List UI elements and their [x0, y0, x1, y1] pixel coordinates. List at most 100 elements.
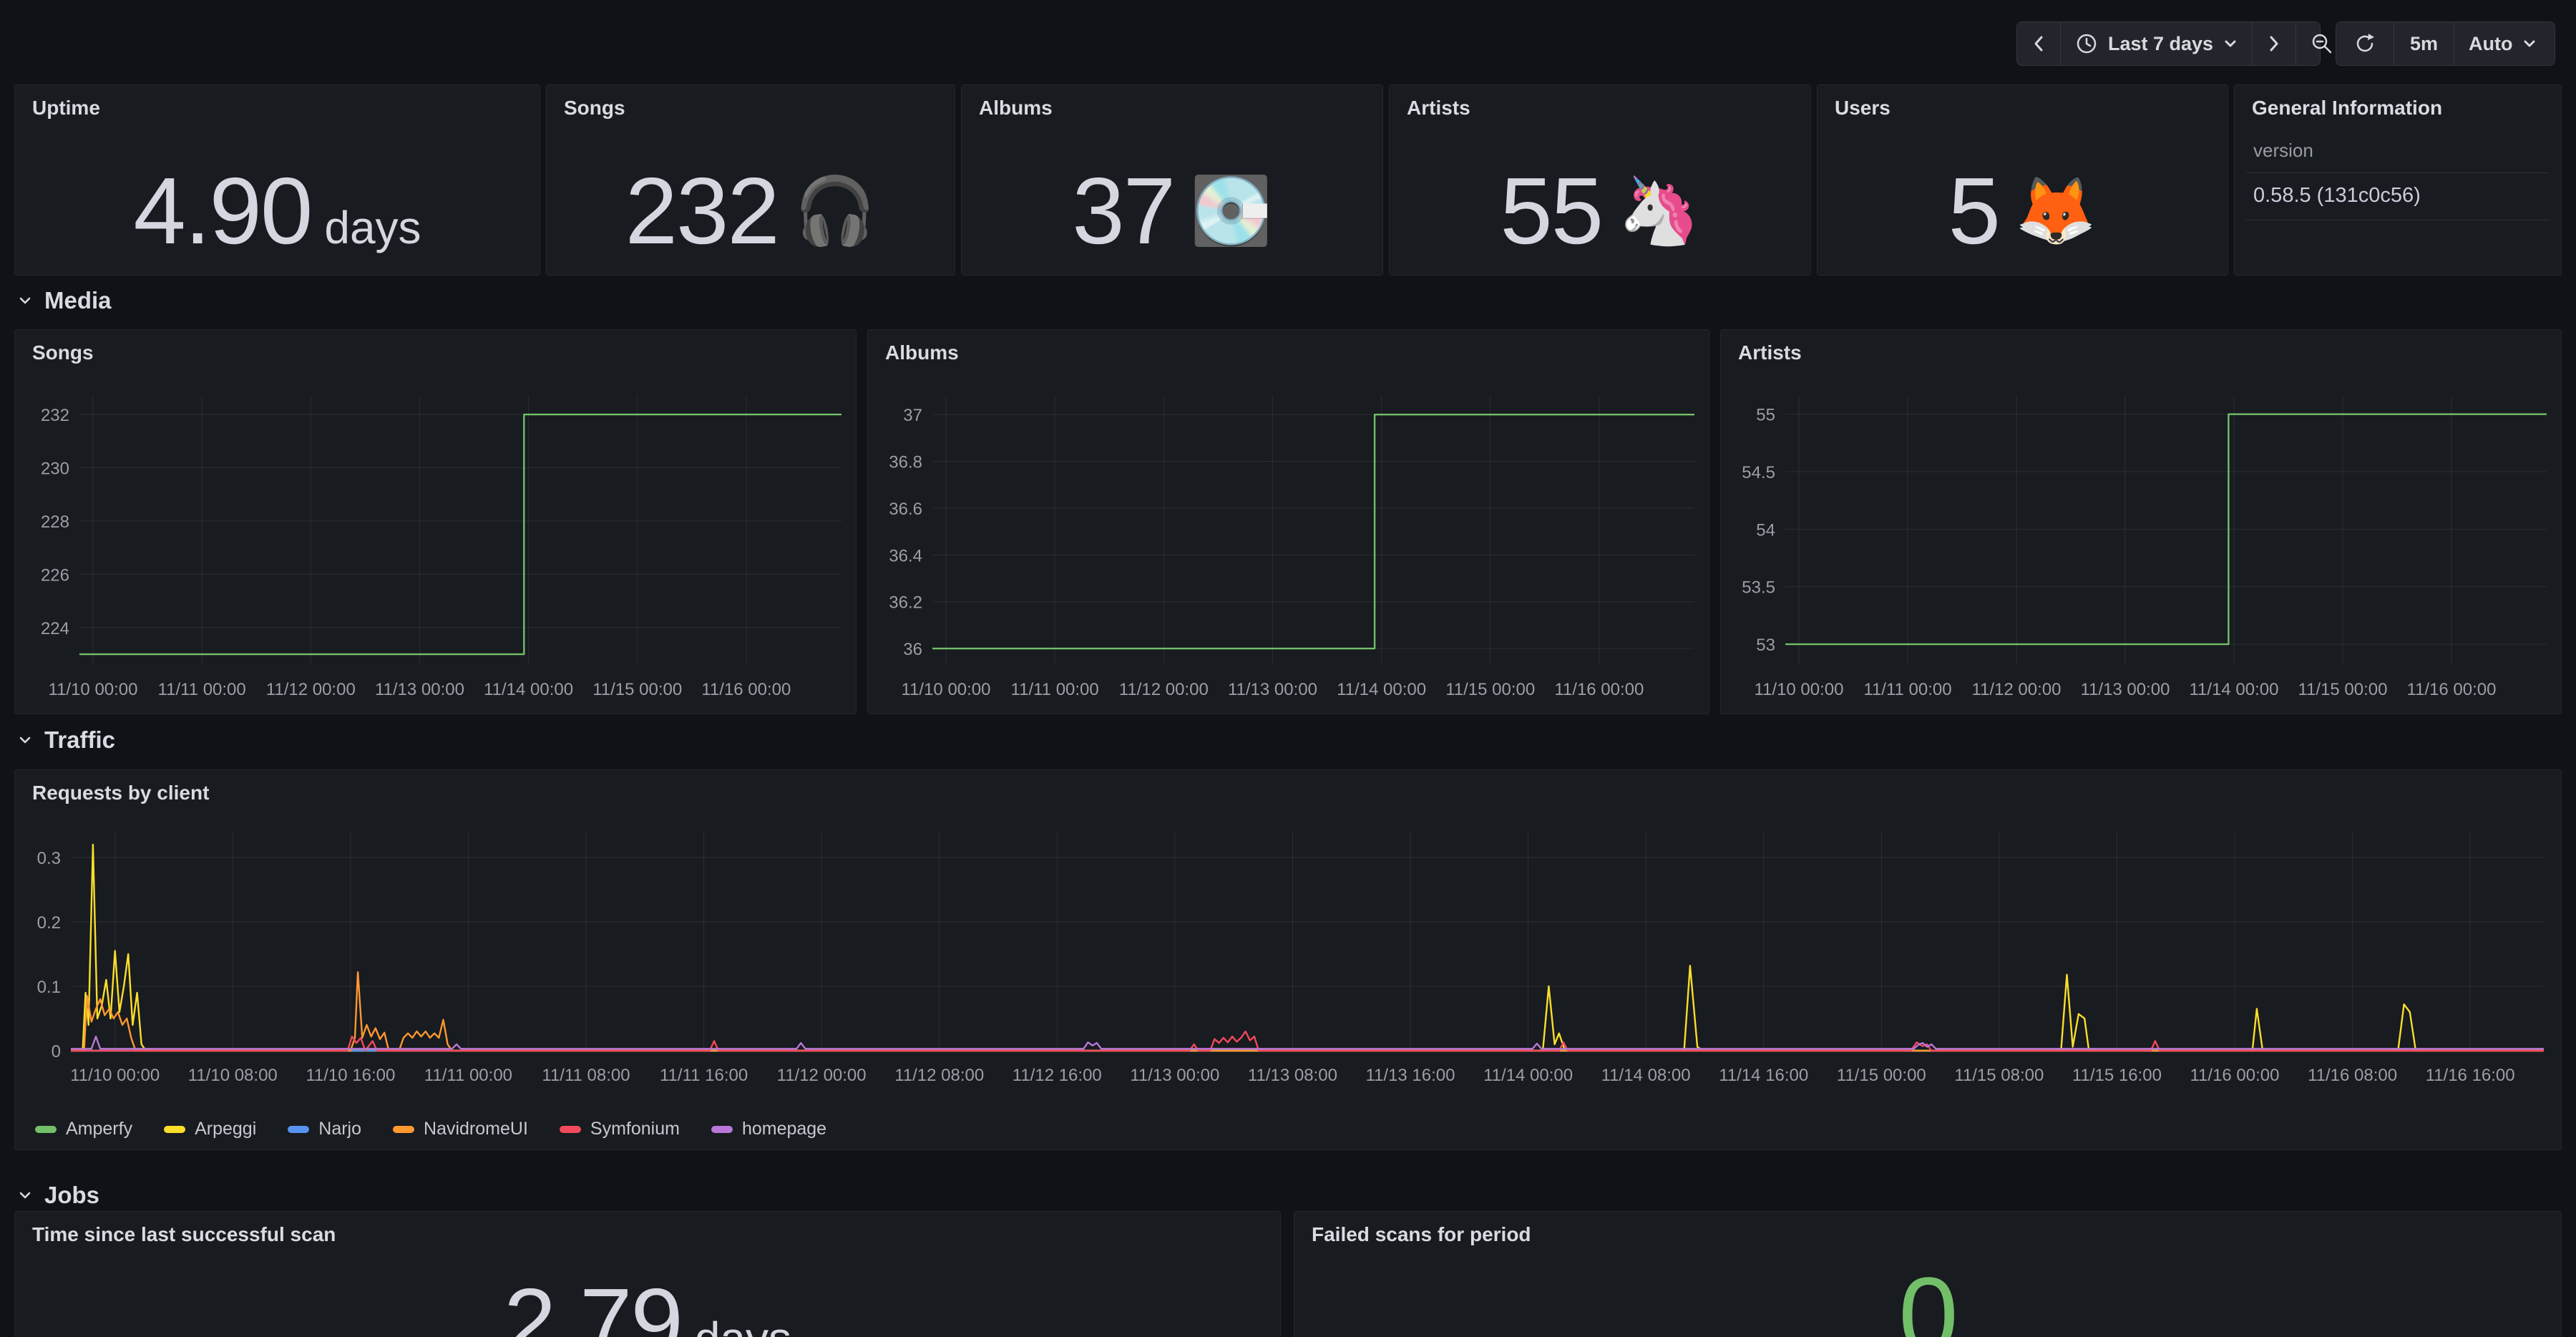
panel-title[interactable]: Requests by client [32, 782, 209, 804]
failed-scans-value: 0 [1294, 1253, 2561, 1337]
time-picker-group: Last 7 days [2016, 21, 2321, 66]
section-label: Media [44, 287, 112, 314]
zoom-out-icon [2311, 32, 2333, 55]
panel-title[interactable]: Users [1835, 97, 1890, 120]
time-range-label: Last 7 days [2108, 33, 2213, 55]
svg-text:11/12 00:00: 11/12 00:00 [266, 680, 356, 699]
legend-item[interactable]: NavidromeUI [393, 1119, 528, 1139]
legend-label: NavidromeUI [424, 1119, 528, 1139]
songs-chart[interactable]: 11/10 00:00 11/11 00:00 11/12 00:00 11/13 0… [22, 381, 847, 706]
svg-text:11/11 00:00: 11/11 00:00 [424, 1066, 512, 1085]
time-range-button[interactable]: Last 7 days [2060, 22, 2252, 65]
svg-text:11/10 00:00: 11/10 00:00 [49, 680, 138, 699]
version-column-header[interactable]: version [2253, 140, 2313, 162]
svg-text:11/14 00:00: 11/14 00:00 [1337, 680, 1426, 699]
legend-item[interactable]: homepage [711, 1119, 826, 1139]
albums-chart[interactable]: 11/10 00:0011/11 00:0011/12 00:0011/13 0… [875, 381, 1700, 706]
svg-text:0.1: 0.1 [37, 978, 61, 997]
auto-refresh-dropdown[interactable]: Auto [2454, 22, 2551, 65]
legend-label: Symfonium [590, 1119, 680, 1139]
svg-text:11/15 08:00: 11/15 08:00 [1954, 1066, 2044, 1085]
auto-label: Auto [2469, 33, 2512, 55]
chevron-down-icon [17, 734, 33, 746]
svg-text:232: 232 [41, 406, 69, 425]
svg-text:11/11 00:00: 11/11 00:00 [158, 680, 246, 699]
songs-value: 232 🎧 [547, 157, 955, 265]
dashboard: Last 7 days 5m Auto Uptime 4.90 days Son… [0, 0, 2576, 1337]
artists-value: 55 🦄 [1390, 157, 1810, 265]
panel-title[interactable]: Songs [32, 341, 94, 364]
artists-chart[interactable]: 11/10 00:0011/11 00:0011/12 00:0011/13 0… [1728, 381, 2552, 706]
svg-text:11/11 00:00: 11/11 00:00 [1011, 680, 1099, 699]
svg-text:37: 37 [903, 406, 922, 425]
legend-item[interactable]: Symfonium [560, 1119, 680, 1139]
svg-text:11/13 16:00: 11/13 16:00 [1365, 1066, 1455, 1085]
svg-text:11/14 16:00: 11/14 16:00 [1719, 1066, 1808, 1085]
svg-text:0: 0 [52, 1042, 61, 1061]
albums-value: 37 💽 [962, 157, 1382, 265]
time-since-last-scan-panel: Time since last successful scan 2.79 day… [14, 1211, 1281, 1337]
svg-text:11/14 00:00: 11/14 00:00 [2189, 680, 2278, 699]
svg-text:36: 36 [903, 640, 922, 659]
svg-text:11/15 00:00: 11/15 00:00 [1445, 680, 1535, 699]
table-divider [2246, 172, 2550, 173]
panel-title[interactable]: General Information [2252, 97, 2442, 120]
svg-text:11/10 00:00: 11/10 00:00 [70, 1066, 160, 1085]
legend-swatch [164, 1126, 185, 1133]
panel-title[interactable]: Artists [1407, 97, 1470, 120]
legend-item[interactable]: Amperfy [35, 1119, 132, 1139]
svg-text:11/16 00:00: 11/16 00:00 [2406, 680, 2496, 699]
scan-value: 2.79 days [15, 1268, 1280, 1337]
time-forward-button[interactable] [2252, 22, 2296, 65]
svg-text:36.4: 36.4 [889, 546, 922, 565]
users-value: 5 🦊 [1818, 157, 2228, 265]
chevron-down-icon [17, 1190, 33, 1201]
svg-text:11/12 16:00: 11/12 16:00 [1013, 1066, 1102, 1085]
artists-timeseries-panel: Artists 11/10 00:0011/11 00:0011/12 00:0… [1720, 329, 2562, 714]
chart-legend: Amperfy Arpeggi Narjo NavidromeUI [35, 1119, 826, 1139]
panel-title[interactable]: Albums [885, 341, 959, 364]
svg-text:11/12 00:00: 11/12 00:00 [1971, 680, 2061, 699]
time-back-button[interactable] [2017, 22, 2060, 65]
refresh-interval-label[interactable]: 5m [2394, 22, 2454, 65]
svg-text:11/12 00:00: 11/12 00:00 [777, 1066, 867, 1085]
legend-item[interactable]: Narjo [288, 1119, 361, 1139]
panel-title[interactable]: Albums [979, 97, 1053, 120]
svg-text:11/15 00:00: 11/15 00:00 [592, 680, 682, 699]
svg-text:11/16 00:00: 11/16 00:00 [2190, 1066, 2279, 1085]
section-header-media[interactable]: Media [17, 285, 112, 316]
songs-timeseries-panel: Songs 11/10 00:0011/11 00:0011/12 00:001… [14, 329, 857, 714]
svg-text:11/10 00:00: 11/10 00:00 [902, 680, 991, 699]
users-stat-panel: Users 5 🦊 [1817, 84, 2228, 276]
requests-chart[interactable]: 11/10 00:0011/10 08:0011/10 16:0011/11 0… [22, 813, 2552, 1088]
svg-text:11/11 16:00: 11/11 16:00 [660, 1066, 748, 1085]
svg-text:230: 230 [41, 460, 69, 479]
legend-item[interactable]: Arpeggi [164, 1119, 256, 1139]
svg-text:11/15 16:00: 11/15 16:00 [2072, 1066, 2162, 1085]
refresh-button[interactable] [2336, 22, 2394, 65]
songs-stat-panel: Songs 232 🎧 [546, 84, 955, 276]
section-header-traffic[interactable]: Traffic [17, 724, 115, 756]
svg-text:36.8: 36.8 [889, 453, 922, 472]
svg-text:0.2: 0.2 [37, 913, 61, 933]
legend-label: Narjo [318, 1119, 361, 1139]
panel-title[interactable]: Songs [564, 97, 625, 120]
panel-title[interactable]: Artists [1738, 341, 1802, 364]
panel-title[interactable]: Time since last successful scan [32, 1223, 336, 1246]
legend-label: homepage [742, 1119, 826, 1139]
legend-swatch [35, 1126, 57, 1133]
svg-text:11/13 00:00: 11/13 00:00 [2080, 680, 2170, 699]
minidisc-icon: 💽 [1190, 178, 1272, 244]
svg-text:11/13 00:00: 11/13 00:00 [375, 680, 464, 699]
svg-text:11/16 08:00: 11/16 08:00 [2308, 1066, 2397, 1085]
version-value: 0.58.5 (131c0c56) [2253, 184, 2421, 208]
svg-text:54.5: 54.5 [1742, 463, 1775, 482]
svg-text:36.2: 36.2 [889, 593, 922, 613]
svg-text:36.6: 36.6 [889, 500, 922, 519]
section-header-jobs[interactable]: Jobs [17, 1180, 99, 1211]
legend-label: Arpeggi [195, 1119, 256, 1139]
panel-title[interactable]: Failed scans for period [1312, 1223, 1531, 1246]
svg-text:11/15 00:00: 11/15 00:00 [2298, 680, 2387, 699]
panel-title[interactable]: Uptime [32, 97, 100, 120]
requests-by-client-panel: Requests by client 11/10 00:0011/10 08:0… [14, 769, 2562, 1150]
